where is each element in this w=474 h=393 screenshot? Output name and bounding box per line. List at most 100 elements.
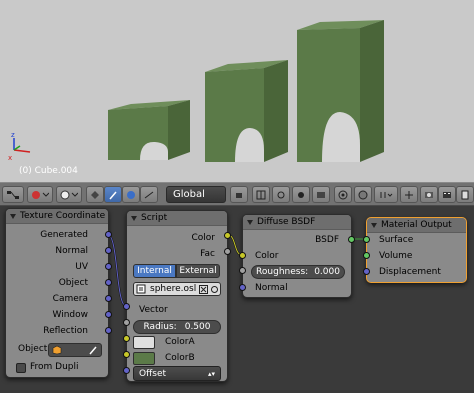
socket-normal[interactable] <box>105 247 112 254</box>
input-displacement: Displacement <box>379 267 441 277</box>
socket-surface-in[interactable] <box>363 236 370 243</box>
socket-diffuse-normal-in[interactable] <box>239 284 246 291</box>
eyedropper-icon[interactable] <box>88 345 98 355</box>
input-volume: Volume <box>379 251 413 261</box>
shader-type-select[interactable]: Global <box>166 186 226 203</box>
material-output-header[interactable]: Material Output <box>367 218 466 233</box>
socket-radius-in[interactable] <box>123 319 130 326</box>
pin-icon[interactable] <box>230 186 248 203</box>
script-header[interactable]: Script <box>127 211 227 226</box>
mode-external-tab[interactable]: External <box>176 264 220 278</box>
mode-internal-tab[interactable]: Internal <box>133 264 176 278</box>
output-fac: Fac <box>200 249 215 259</box>
material-sphere-icon[interactable] <box>27 186 53 203</box>
script-selector[interactable]: sphere.osl <box>133 282 221 296</box>
layout-icon[interactable] <box>334 186 352 203</box>
texture-coordinate-node[interactable]: Texture Coordinate Generated Normal UV O… <box>5 208 109 378</box>
color-a-swatch[interactable] <box>133 336 155 349</box>
radius-value: 0.500 <box>184 322 211 332</box>
socket-vector-in[interactable] <box>123 303 130 310</box>
socket-object[interactable] <box>105 279 112 286</box>
roughness-field[interactable]: Roughness: 0.000 <box>251 265 345 279</box>
socket-camera[interactable] <box>105 295 112 302</box>
reload-icon[interactable] <box>210 285 219 294</box>
collapse-triangle-icon[interactable] <box>247 219 253 225</box>
node-editor-canvas[interactable]: Texture Coordinate Generated Normal UV O… <box>0 206 474 393</box>
close-icon[interactable] <box>199 284 209 294</box>
socket-displacement-in[interactable] <box>363 268 370 275</box>
socket-color-out[interactable] <box>224 232 231 239</box>
socket-color-b-in[interactable] <box>123 351 130 358</box>
socket-color-a-in[interactable] <box>123 335 130 342</box>
grid-icon[interactable] <box>252 186 270 203</box>
normal-input-label: Normal <box>255 283 288 293</box>
output-reflection: Reflection <box>43 326 88 336</box>
socket-fac-out[interactable] <box>224 248 231 255</box>
viewport-scene: z x <box>8 20 384 162</box>
radius-field[interactable]: Radius: 0.500 <box>133 320 221 334</box>
linked-icon[interactable] <box>272 186 290 203</box>
script-node[interactable]: Script Color Fac Internal External spher… <box>126 210 228 382</box>
output-color: Color <box>191 233 216 243</box>
output-object: Object <box>58 278 88 288</box>
from-dupli-checkbox[interactable] <box>16 363 26 373</box>
socket-reflection[interactable] <box>105 327 112 334</box>
offset-value: Offset <box>139 368 167 379</box>
render-image-icon[interactable] <box>420 186 438 203</box>
cube-icon <box>52 345 62 355</box>
3d-viewport[interactable]: z x (0) Cube.004 <box>0 0 474 182</box>
color-a-label: ColorA <box>165 337 195 347</box>
object-data-icon[interactable] <box>86 186 104 203</box>
transform-icon[interactable] <box>400 186 418 203</box>
backdrop-icon[interactable] <box>312 186 330 203</box>
output-generated: Generated <box>40 230 88 240</box>
socket-bsdf-out[interactable] <box>348 236 355 243</box>
offset-dropdown[interactable]: Offset ▴▾ <box>133 366 221 381</box>
snap-icon[interactable] <box>292 186 310 203</box>
socket-diffuse-color-in[interactable] <box>239 252 246 259</box>
world-icon[interactable] <box>122 186 140 203</box>
object-icon[interactable] <box>56 186 82 203</box>
color-input-label: Color <box>255 251 279 261</box>
dropdown-arrows-icon: ▴▾ <box>207 369 215 378</box>
clip-icon[interactable] <box>354 186 372 203</box>
roughness-label: Roughness: <box>256 267 309 277</box>
node-tree-icon[interactable] <box>2 186 24 203</box>
vector-input-label: Vector <box>139 305 168 315</box>
socket-uv[interactable] <box>105 263 112 270</box>
clipboard-icon[interactable] <box>456 186 474 203</box>
snap-settings-icon[interactable] <box>374 186 398 203</box>
cube-medium[interactable] <box>205 60 288 162</box>
node-title: Diffuse BSDF <box>257 217 316 227</box>
output-uv: UV <box>75 262 88 272</box>
brush-icon[interactable] <box>104 186 122 203</box>
material-output-node[interactable]: Material Output Surface Volume Displacem… <box>366 217 467 283</box>
output-bsdf: BSDF <box>315 235 339 245</box>
collapse-triangle-icon[interactable] <box>131 215 137 221</box>
render-animation-icon[interactable] <box>438 186 456 203</box>
svg-text:x: x <box>8 154 12 162</box>
texture-coordinate-header[interactable]: Texture Coordinate <box>6 209 108 224</box>
active-object-label: (0) Cube.004 <box>19 166 78 176</box>
socket-generated[interactable] <box>105 231 112 238</box>
node-editor-header: Global <box>0 182 474 206</box>
socket-volume-in[interactable] <box>363 252 370 259</box>
line-style-icon[interactable] <box>140 186 158 203</box>
object-label: Object: <box>18 344 51 354</box>
node-title: Texture Coordinate <box>20 211 106 221</box>
object-field[interactable] <box>48 343 102 357</box>
radius-label: Radius: <box>143 322 177 332</box>
cube-tall[interactable] <box>297 20 384 162</box>
socket-window[interactable] <box>105 311 112 318</box>
color-b-swatch[interactable] <box>133 352 155 365</box>
axis-gizmo: z x <box>8 131 31 162</box>
diffuse-header[interactable]: Diffuse BSDF <box>243 215 351 230</box>
output-window: Window <box>52 310 89 320</box>
cube-short[interactable] <box>108 100 190 160</box>
socket-offset-in[interactable] <box>123 367 130 374</box>
svg-text:z: z <box>11 131 15 139</box>
socket-roughness-in[interactable] <box>239 267 246 274</box>
collapse-triangle-icon[interactable] <box>371 222 377 228</box>
diffuse-bsdf-node[interactable]: Diffuse BSDF BSDF Color Roughness: 0.000… <box>242 214 352 298</box>
collapse-triangle-icon[interactable] <box>10 213 16 219</box>
